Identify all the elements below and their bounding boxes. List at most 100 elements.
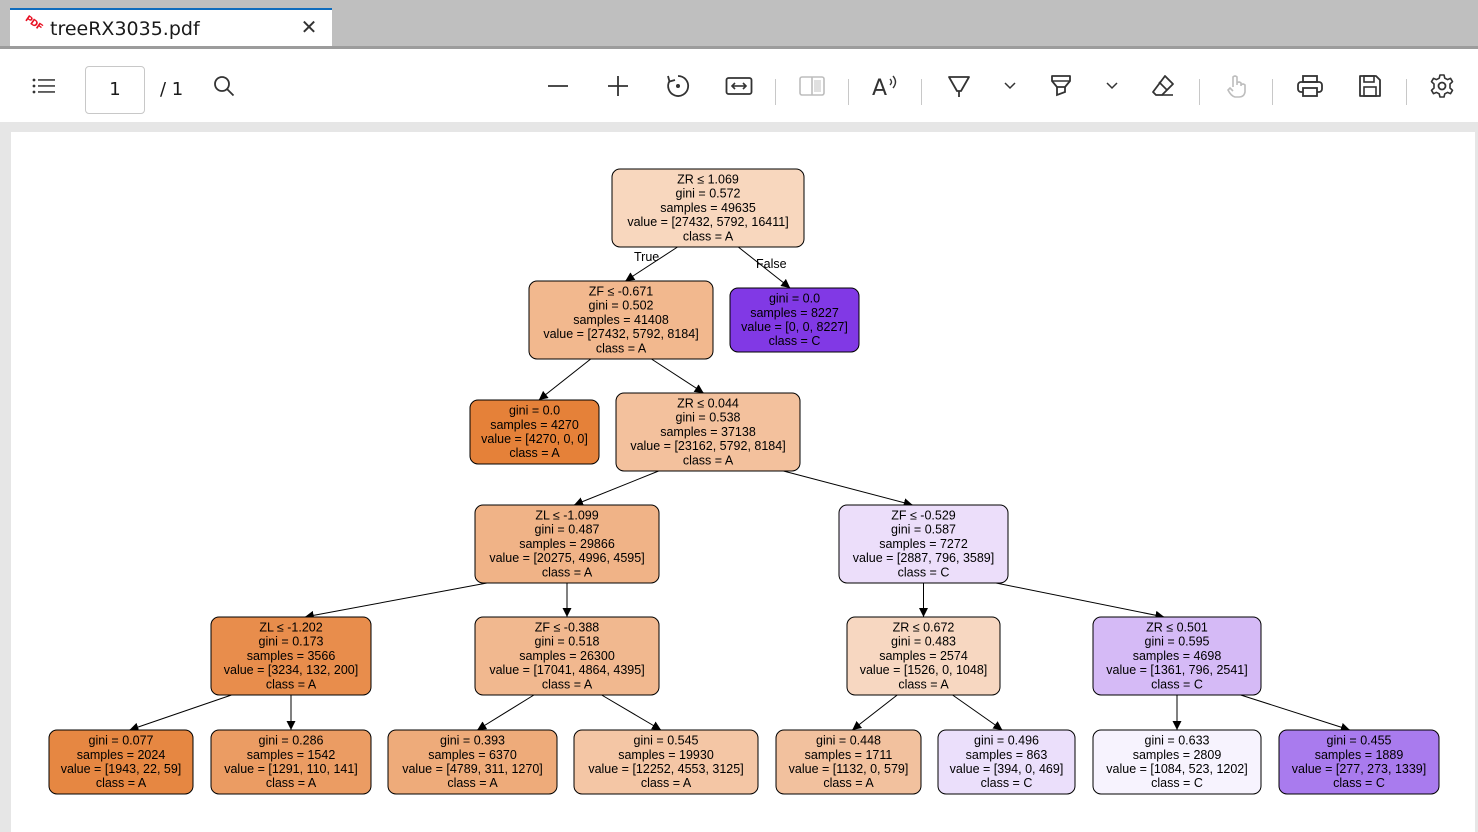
tree-node-line: samples = 1889 (1315, 748, 1404, 762)
tree-node-line: samples = 2024 (77, 748, 166, 762)
tree-node-line: gini = 0.286 (259, 734, 324, 748)
tree-node: gini = 0.0samples = 4270value = [4270, 0… (469, 399, 600, 465)
tree-node-line: class = A (542, 677, 593, 691)
tree-node-line: class = C (1151, 677, 1203, 691)
tree-node-line: gini = 0.173 (259, 635, 324, 649)
tree-node-line: samples = 26300 (519, 649, 615, 663)
draw-icon[interactable] (941, 49, 977, 122)
tree-node-line: ZL ≤ -1.202 (259, 621, 322, 635)
toolbar-separator (1199, 79, 1200, 105)
tree-node-line: ZF ≤ -0.388 (535, 621, 600, 635)
tree-node-line: gini = 0.483 (891, 635, 956, 649)
read-aloud-icon[interactable]: A (866, 49, 904, 122)
tree-node-line: samples = 41408 (573, 313, 669, 327)
zoom-in-icon[interactable] (600, 49, 636, 122)
tree-node-line: class = A (509, 446, 560, 460)
page-view-icon (794, 49, 830, 122)
page-number-input[interactable]: 1 (85, 66, 145, 114)
tree-node-line: samples = 4698 (1133, 649, 1222, 663)
toolbar-separator (1272, 79, 1273, 105)
tree-node-line: value = [4270, 0, 0] (481, 432, 588, 446)
tree-node: gini = 0.0samples = 8227value = [0, 0, 8… (729, 287, 860, 353)
tree-node-line: gini = 0.0 (769, 292, 820, 306)
document-viewport[interactable]: True False ZR ≤ 1.069 gini = 0.572 samples … (0, 122, 1478, 832)
tree-node-line: samples = 6370 (428, 748, 517, 762)
tree-node-line: ZL ≤ -1.099 (535, 509, 598, 523)
tree-node-line: gini = 0.0 (509, 404, 560, 418)
tree-node-line: gini = 0.502 (589, 299, 654, 313)
tree-node-line: class = A (823, 776, 874, 790)
fit-width-icon[interactable] (721, 49, 757, 122)
tree-node-line: value = [17041, 4864, 4395] (489, 663, 644, 677)
tree-node: gini = 0.633samples = 2809value = [1084,… (1092, 729, 1262, 795)
tab-document[interactable]: PDF treeRX3035.pdf ✕ (10, 8, 332, 46)
search-icon[interactable] (206, 49, 242, 122)
tree-node-line: gini = 0.587 (891, 523, 956, 537)
tree-node-line: gini = 0.448 (816, 734, 881, 748)
edge-label-true: True (634, 250, 659, 264)
tree-node-line: samples = 2574 (879, 649, 968, 663)
tree-node-line: value = [1943, 22, 59] (61, 762, 182, 776)
tree-node-line: ZF ≤ -0.671 (589, 285, 654, 299)
rotate-icon[interactable] (660, 49, 696, 122)
toolbar-separator (921, 79, 922, 105)
tree-node: ZF ≤ -0.529gini = 0.587samples = 7272val… (838, 504, 1009, 584)
tree-node-line: value = [1084, 523, 1202] (1106, 762, 1247, 776)
tree-node-line: value = [12252, 4553, 3125] (588, 762, 743, 776)
tree-node-line: gini = 0.496 (974, 734, 1039, 748)
tree-node-line: class = A (898, 677, 949, 691)
tree-edge (476, 694, 535, 731)
tree-node-line: samples = 49635 (660, 201, 756, 215)
tree-node-line: class = A (683, 229, 734, 243)
tree-node-line: gini = 0.572 (676, 187, 741, 201)
tree-node-line: value = [20275, 4996, 4595] (489, 551, 644, 565)
tree-node: ZF ≤ -0.671gini = 0.502samples = 41408va… (528, 280, 714, 360)
draw-options-icon[interactable] (998, 49, 1022, 122)
highlight-icon[interactable] (1043, 49, 1079, 122)
tree-edge (573, 470, 659, 506)
tree-node-line: gini = 0.595 (1145, 635, 1210, 649)
tree-node: ZR ≤ 0.672gini = 0.483samples = 2574valu… (846, 616, 1001, 696)
page-total: / 1 (160, 79, 184, 100)
tree-node-line: samples = 3566 (247, 649, 336, 663)
tree-node-line: gini = 0.077 (89, 734, 154, 748)
tree-node-line: samples = 8227 (750, 306, 839, 320)
tree-edge (851, 694, 898, 731)
tree-node-line: class = C (769, 334, 821, 348)
tree-node-line: class = A (542, 565, 593, 579)
toolbar-separator (848, 79, 849, 105)
settings-icon[interactable] (1424, 49, 1460, 122)
tree-node-line: value = [394, 0, 469] (950, 762, 1064, 776)
close-icon[interactable]: ✕ (298, 18, 320, 40)
tree-node-line: samples = 37138 (660, 425, 756, 439)
tree-node: gini = 0.496samples = 863value = [394, 0… (937, 729, 1076, 795)
toolbar-separator (1406, 79, 1407, 105)
zoom-out-icon[interactable] (540, 49, 576, 122)
tree-node-line: samples = 2809 (1133, 748, 1222, 762)
tree-node-line: value = [4789, 311, 1270] (402, 762, 543, 776)
tree-node-line: gini = 0.487 (535, 523, 600, 537)
touch-icon (1218, 49, 1254, 122)
tree-node-line: class = C (898, 565, 950, 579)
erase-icon[interactable] (1145, 49, 1181, 122)
tree-node-line: value = [1291, 110, 141] (224, 762, 358, 776)
tree-edge (601, 694, 662, 731)
highlight-options-icon[interactable] (1100, 49, 1124, 122)
tree-node: gini = 0.455samples = 1889value = [277, … (1278, 729, 1440, 795)
tree-edge (1240, 694, 1351, 732)
save-icon[interactable] (1352, 49, 1388, 122)
tree-node: gini = 0.448samples = 1711value = [1132,… (775, 729, 922, 795)
contents-icon[interactable] (26, 49, 62, 122)
tree-node-line: samples = 29866 (519, 537, 615, 551)
tree-node-line: samples = 863 (966, 748, 1048, 762)
tree-node-line: value = [2887, 796, 3589] (853, 551, 994, 565)
print-icon[interactable] (1291, 49, 1329, 122)
tree-node-line: class = A (266, 677, 317, 691)
tree-node-line: ZR ≤ 1.069 (677, 173, 739, 187)
tree-node-line: gini = 0.545 (634, 734, 699, 748)
tree-node-line: value = [1132, 0, 579] (789, 762, 909, 776)
tree-node: ZR ≤ 0.501gini = 0.595samples = 4698valu… (1092, 616, 1262, 696)
decision-tree-diagram: True False ZR ≤ 1.069gini = 0.572samples … (48, 168, 1440, 795)
tree-node-line: gini = 0.455 (1327, 734, 1392, 748)
tree-edge (952, 694, 1003, 731)
